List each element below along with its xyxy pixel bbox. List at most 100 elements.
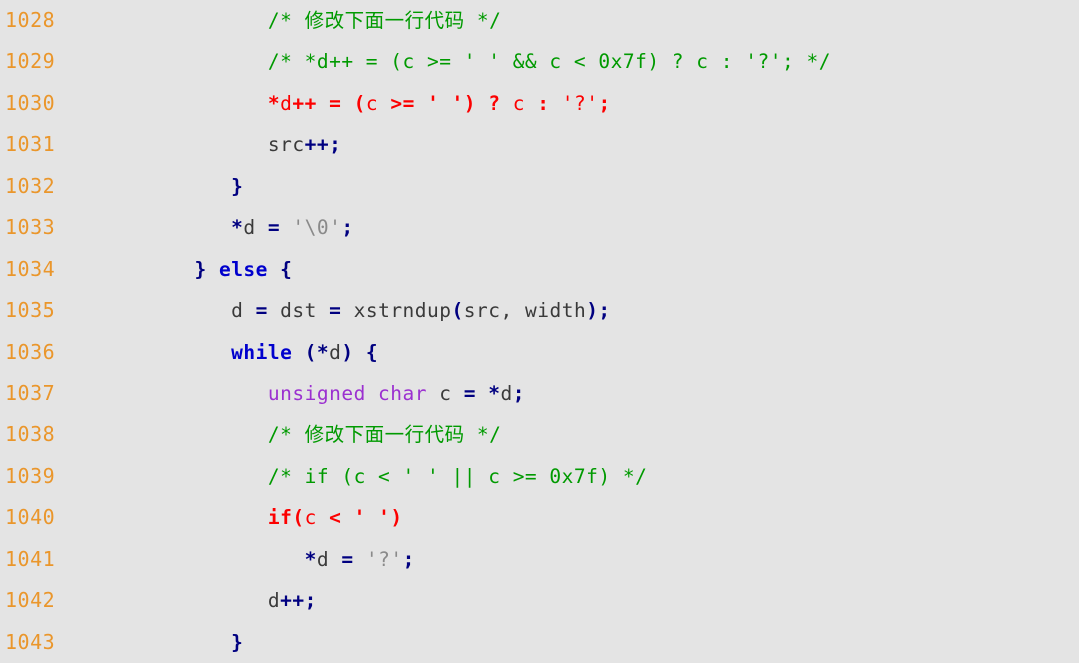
code-token-op: ; — [512, 381, 525, 405]
code-token-op: = — [267, 216, 281, 240]
code-line[interactable]: 1039 /* if (c < ' ' || c >= 0x7f) */ — [0, 456, 1079, 497]
code-line[interactable]: 1036 while (*d) { — [0, 332, 1079, 373]
code-line-content[interactable]: if(c < ' ') — [121, 497, 1079, 538]
code-token-red: c — [500, 91, 538, 115]
line-number: 1028 — [5, 8, 56, 32]
code-token-comment: /* 修改下面一行代码 */ — [267, 9, 502, 32]
line-number: 1040 — [5, 505, 56, 530]
code-line[interactable]: 1038 /* 修改下面一行代码 */ — [0, 414, 1079, 455]
code-token-op: ; — [402, 547, 415, 571]
code-line-content[interactable]: } — [121, 166, 1079, 207]
line-number: 1033 — [5, 215, 56, 240]
code-line-content[interactable]: src++; — [121, 124, 1079, 165]
code-line-content[interactable]: /* 修改下面一行代码 */ — [121, 0, 1079, 41]
line-number: 1043 — [5, 629, 56, 654]
code-token-op: * — [304, 547, 317, 571]
code-token-op: (* — [304, 340, 330, 364]
code-token-id: d — [500, 381, 513, 405]
code-line[interactable]: 1031 src++; — [0, 124, 1079, 165]
code-token-red: '?' — [549, 91, 599, 115]
code-token-kw: while — [231, 340, 293, 364]
code-line[interactable]: 1042 d++; — [0, 580, 1079, 621]
code-line-content[interactable]: *d++ = (c >= ' ') ? c : '?'; — [121, 83, 1079, 124]
code-line-content[interactable]: *d = '?'; — [121, 539, 1079, 580]
code-line-content[interactable]: d++; — [121, 580, 1079, 621]
code-line-content[interactable]: /* *d++ = (c >= ' ' && c < 0x7f) ? c : '… — [121, 41, 1079, 82]
source-code-view[interactable]: 1028 /* 修改下面一行代码 */1029 /* *d++ = (c >= … — [0, 0, 1079, 663]
code-token-op: ); — [586, 299, 611, 323]
code-token-op: ++; — [280, 589, 317, 613]
line-number: 1037 — [5, 380, 56, 405]
code-token-redb: ' ') — [353, 506, 403, 530]
code-token-redb: * — [267, 91, 281, 115]
code-token-comment: /* *d++ = (c >= ' ' && c < 0x7f) ? c : '… — [267, 50, 831, 74]
code-token-op: = — [463, 381, 476, 405]
code-line[interactable]: 1037 unsigned char c = *d; — [0, 373, 1079, 414]
line-number: 1042 — [5, 588, 56, 613]
code-token-id: d — [329, 340, 342, 364]
code-line[interactable]: 1030 *d++ = (c >= ' ') ? c : '?'; — [0, 83, 1079, 124]
code-token-op: } — [231, 174, 244, 198]
code-token-op: ( — [451, 299, 464, 323]
code-line-content[interactable]: d = dst = xstrndup(src, width); — [121, 290, 1079, 331]
code-line[interactable]: 1032 } — [0, 166, 1079, 207]
code-line-content[interactable]: } else { — [121, 249, 1079, 290]
code-line-content[interactable]: /* if (c < ' ' || c >= 0x7f) */ — [121, 456, 1079, 497]
code-line[interactable]: 1028 /* 修改下面一行代码 */ — [0, 0, 1079, 41]
code-line-content[interactable]: *d = '\0'; — [121, 207, 1079, 248]
code-token-id: src — [267, 133, 305, 157]
line-number: 1039 — [5, 463, 56, 488]
code-token-op: } — [231, 630, 244, 654]
code-line[interactable]: 1035 d = dst = xstrndup(src, width); — [0, 290, 1079, 331]
line-number: 1031 — [5, 132, 56, 157]
code-token-type: unsigned char — [267, 381, 428, 405]
code-token-id: d — [267, 589, 281, 613]
line-number: 1029 — [5, 49, 56, 74]
code-line-content[interactable]: } — [121, 622, 1079, 663]
code-token-comment: /* 修改下面一行代码 */ — [267, 423, 502, 447]
code-line[interactable]: 1043 } — [0, 622, 1079, 663]
code-token-redb: ; — [598, 91, 611, 115]
code-token-redb: ++ = ( — [292, 91, 366, 115]
code-line[interactable]: 1033 *d = '\0'; — [0, 207, 1079, 248]
code-line[interactable]: 1040 if(c < ' ') — [0, 497, 1079, 538]
code-token-redb: >= — [390, 91, 415, 115]
code-token-op: { — [280, 257, 293, 281]
code-token-redb: ' ') — [427, 91, 477, 115]
code-token-op: = — [341, 547, 354, 571]
code-token-id: src, width — [463, 299, 587, 323]
code-line[interactable]: 1029 /* *d++ = (c >= ' ' && c < 0x7f) ? … — [0, 41, 1079, 82]
code-token-id: dst — [267, 299, 330, 323]
code-token-op: ) { — [341, 340, 379, 364]
code-token-red — [415, 92, 427, 115]
code-token-id: c — [427, 381, 464, 405]
code-token-id: d — [243, 216, 268, 240]
code-token-op: * — [231, 216, 244, 240]
code-line-content[interactable]: while (*d) { — [121, 332, 1079, 373]
code-line[interactable]: 1041 *d = '?'; — [0, 539, 1079, 580]
code-line-content[interactable]: unsigned char c = *d; — [121, 373, 1079, 414]
code-token-op: ++; — [304, 133, 342, 157]
code-line-content[interactable]: /* 修改下面一行代码 */ — [121, 414, 1079, 455]
code-token-id: d — [231, 299, 256, 323]
line-number: 1030 — [5, 90, 56, 115]
line-number: 1035 — [5, 298, 56, 323]
code-line[interactable]: 1034 } else { — [0, 249, 1079, 290]
code-token-red: d — [280, 91, 293, 115]
